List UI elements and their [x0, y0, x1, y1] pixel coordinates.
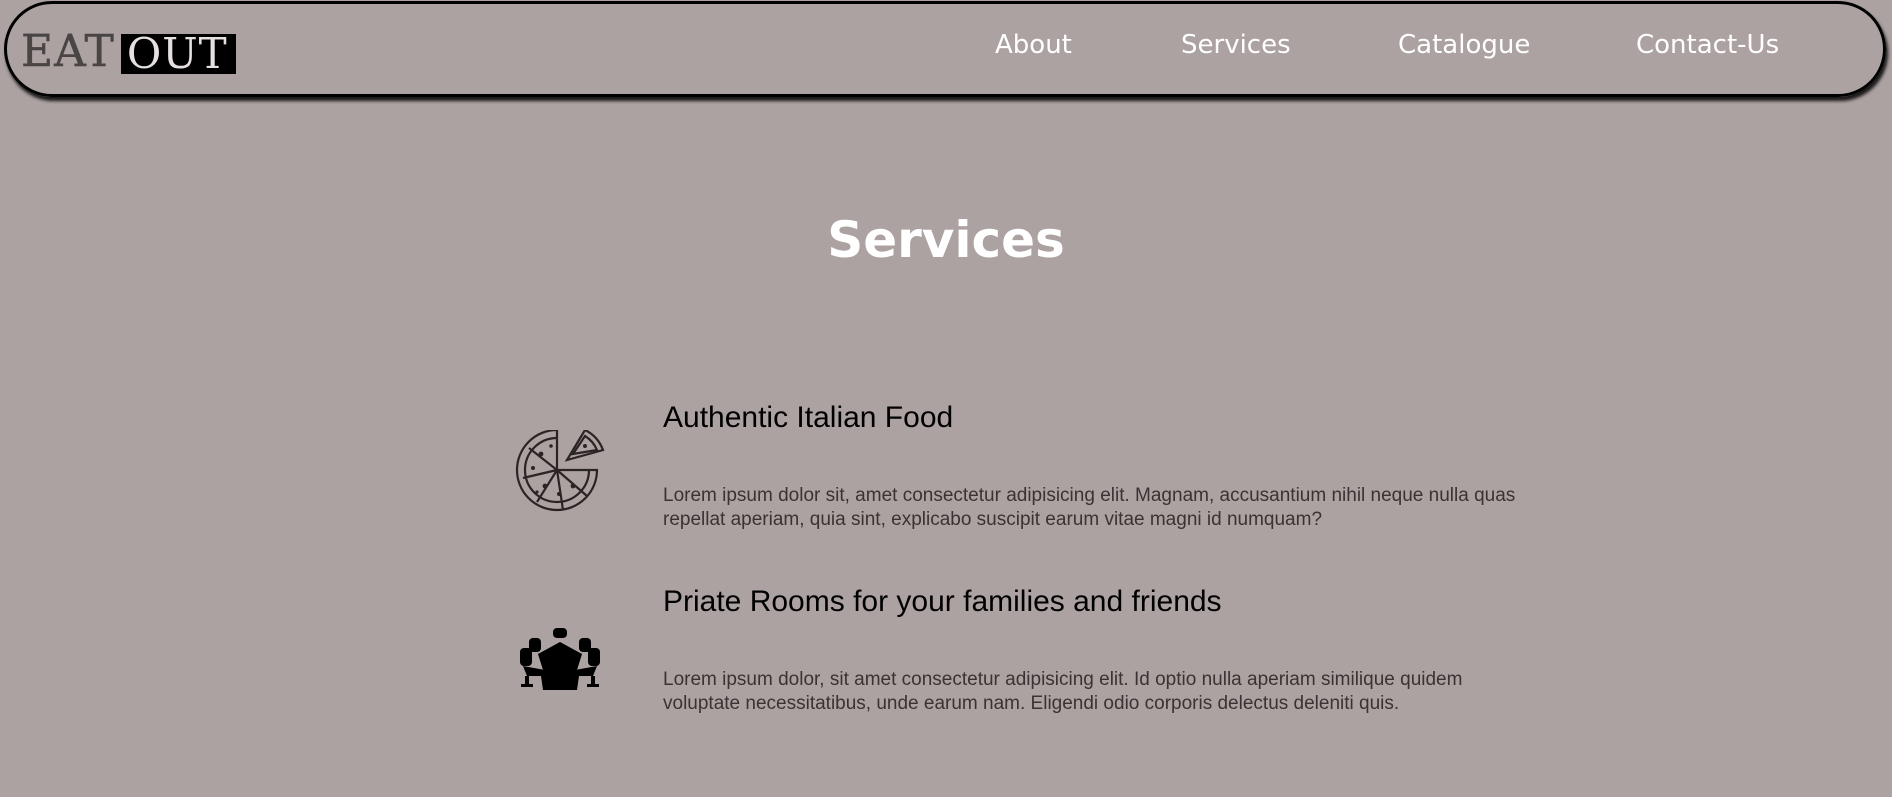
- pizza-icon: [515, 428, 605, 520]
- navbar: EAT OUT About Services Catalogue Contact…: [4, 1, 1886, 97]
- nav-link-about[interactable]: About: [995, 30, 1072, 60]
- service-heading: Priate Rooms for your families and frien…: [663, 585, 1222, 618]
- service-heading: Authentic Italian Food: [663, 401, 954, 434]
- nav-link-contact-us[interactable]: Contact-Us: [1636, 30, 1779, 60]
- private-room-table-icon: [515, 628, 605, 718]
- nav-link-catalogue[interactable]: Catalogue: [1398, 30, 1530, 60]
- service-description: Lorem ipsum dolor sit, amet consectetur …: [663, 485, 1516, 530]
- nav-link-services[interactable]: Services: [1181, 30, 1291, 60]
- service-description: Lorem ipsum dolor, sit amet consectetur …: [663, 669, 1463, 714]
- page-title: Services: [827, 211, 1065, 269]
- main-nav: About Services Catalogue Contact-Us: [7, 4, 1883, 94]
